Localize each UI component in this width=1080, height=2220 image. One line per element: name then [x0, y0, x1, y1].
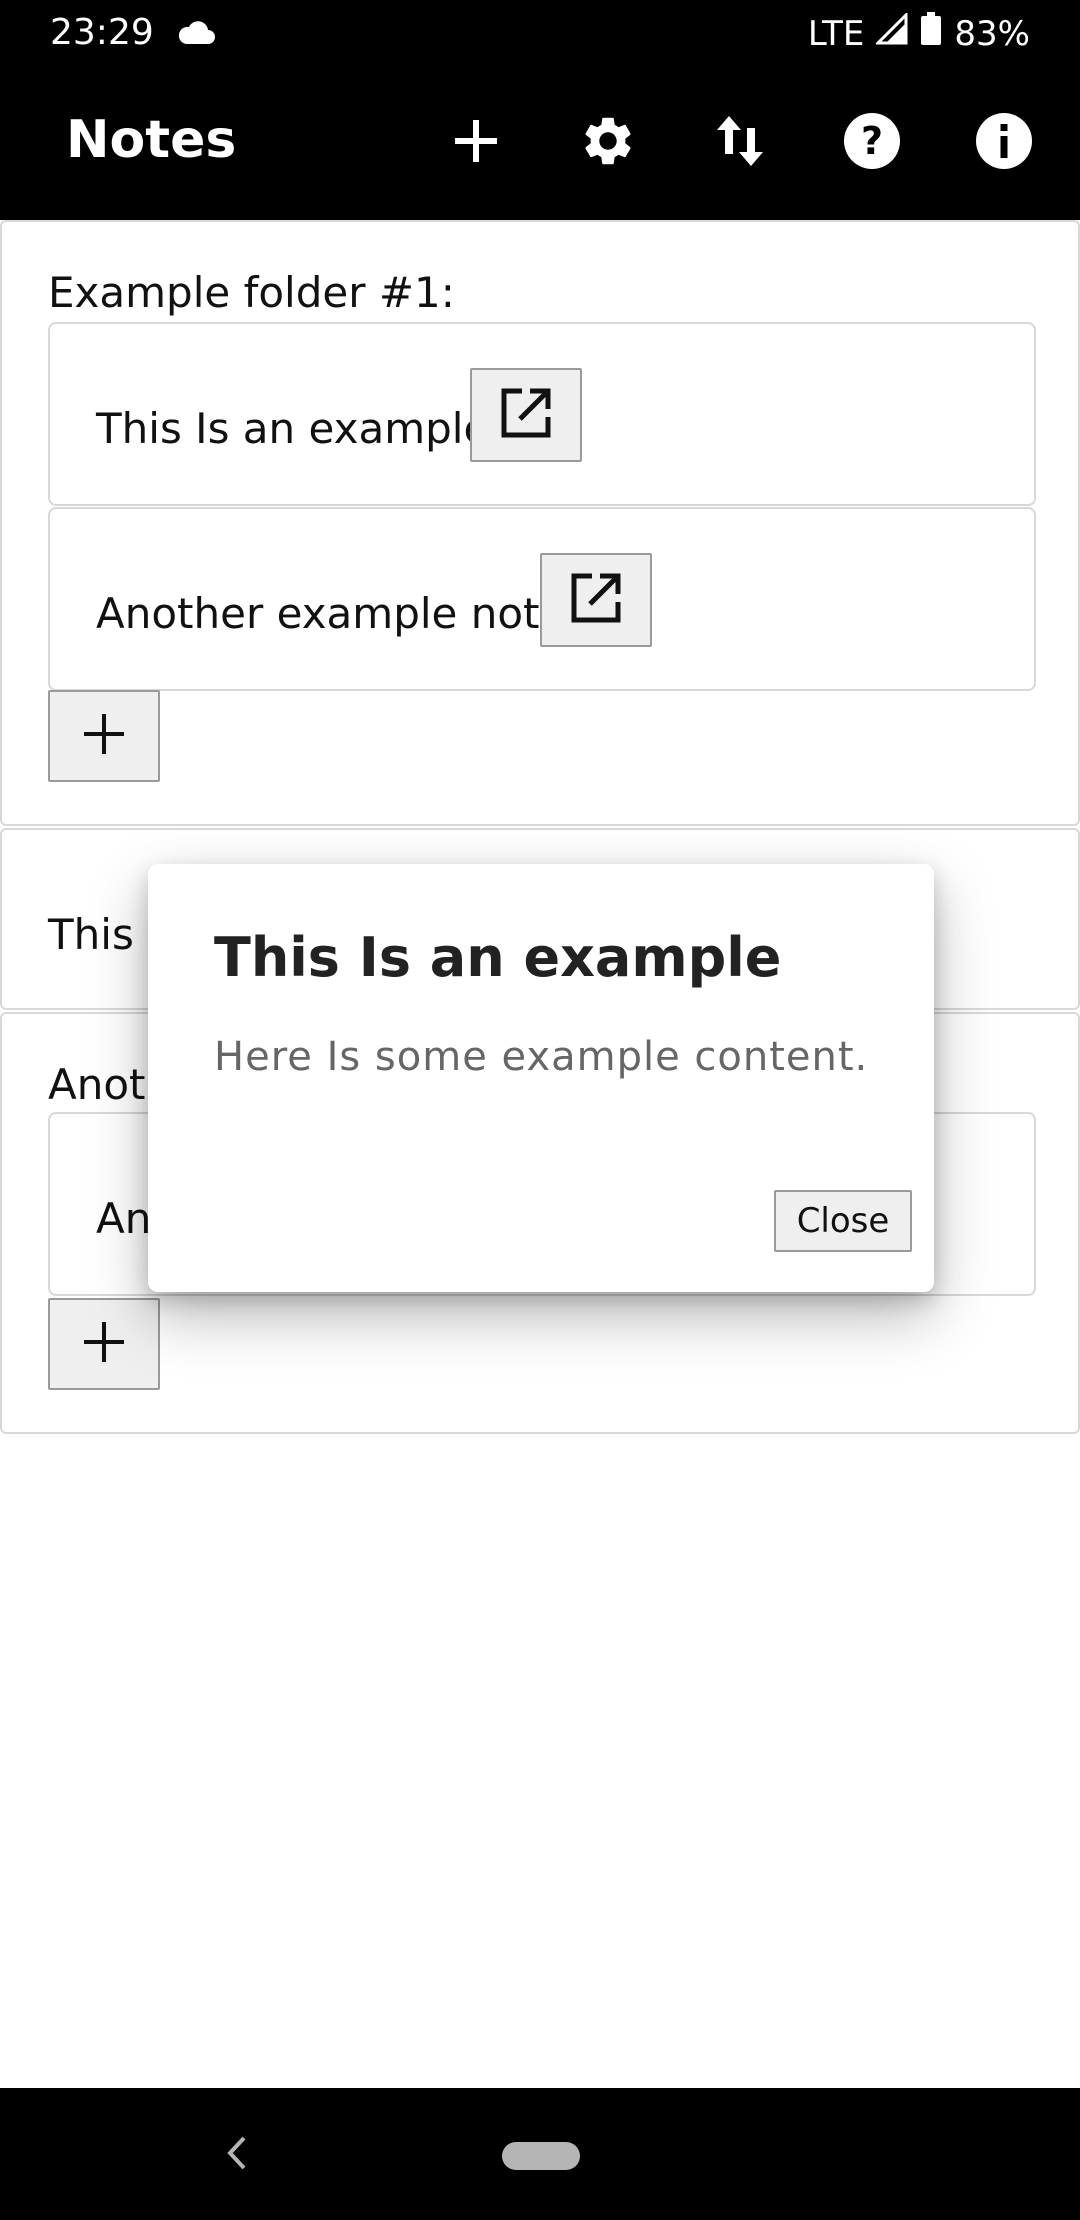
- plus-icon: [84, 713, 124, 759]
- add-note-to-folder-button[interactable]: [48, 1298, 160, 1390]
- info-icon: [975, 112, 1033, 175]
- note-label: An: [96, 1194, 152, 1243]
- open-in-new-icon: [570, 572, 622, 629]
- plus-icon: [84, 1321, 124, 1367]
- battery-icon: [920, 12, 942, 55]
- home-pill-icon[interactable]: [502, 2142, 580, 2170]
- note-label: Another example note: [96, 589, 566, 638]
- cloud-icon: [176, 20, 216, 51]
- network-type: LTE: [807, 13, 865, 54]
- help-button[interactable]: ?: [839, 110, 905, 176]
- back-icon[interactable]: [222, 2130, 252, 2181]
- import-export-button[interactable]: [707, 110, 773, 176]
- help-icon: ?: [843, 112, 901, 175]
- note-card: This Is an example: [48, 322, 1036, 506]
- note-dialog: This Is an example Here Is some example …: [148, 864, 934, 1292]
- swap-vert-icon: [715, 114, 765, 173]
- status-bar: 23:29 LTE 83%: [0, 0, 1080, 68]
- battery-level: 83%: [954, 13, 1030, 54]
- info-button[interactable]: [971, 110, 1037, 176]
- open-note-button[interactable]: [540, 553, 652, 647]
- open-note-button[interactable]: [470, 368, 582, 462]
- folder-title: Example folder #1:: [48, 268, 455, 317]
- signal-icon: [874, 11, 908, 54]
- add-note-to-folder-button[interactable]: [48, 690, 160, 782]
- folder-card: Example folder #1: This Is an example An…: [0, 220, 1080, 826]
- dialog-body: Here Is some example content.: [214, 1034, 869, 1080]
- svg-text:?: ?: [861, 119, 883, 163]
- dialog-title: This Is an example: [214, 926, 782, 989]
- app-title: Notes: [66, 110, 237, 170]
- navigation-bar: [0, 2088, 1080, 2220]
- settings-icon: [579, 112, 637, 175]
- close-button[interactable]: Close: [774, 1190, 912, 1252]
- status-time: 23:29: [50, 12, 154, 53]
- add-icon: [453, 118, 499, 169]
- open-in-new-icon: [500, 387, 552, 444]
- note-card: Another example note: [48, 507, 1036, 691]
- status-indicators: LTE 83%: [807, 11, 1030, 55]
- app-bar: Notes ?: [0, 68, 1080, 220]
- note-label: This Is an example: [96, 404, 490, 453]
- add-note-button[interactable]: [443, 110, 509, 176]
- settings-button[interactable]: [575, 110, 641, 176]
